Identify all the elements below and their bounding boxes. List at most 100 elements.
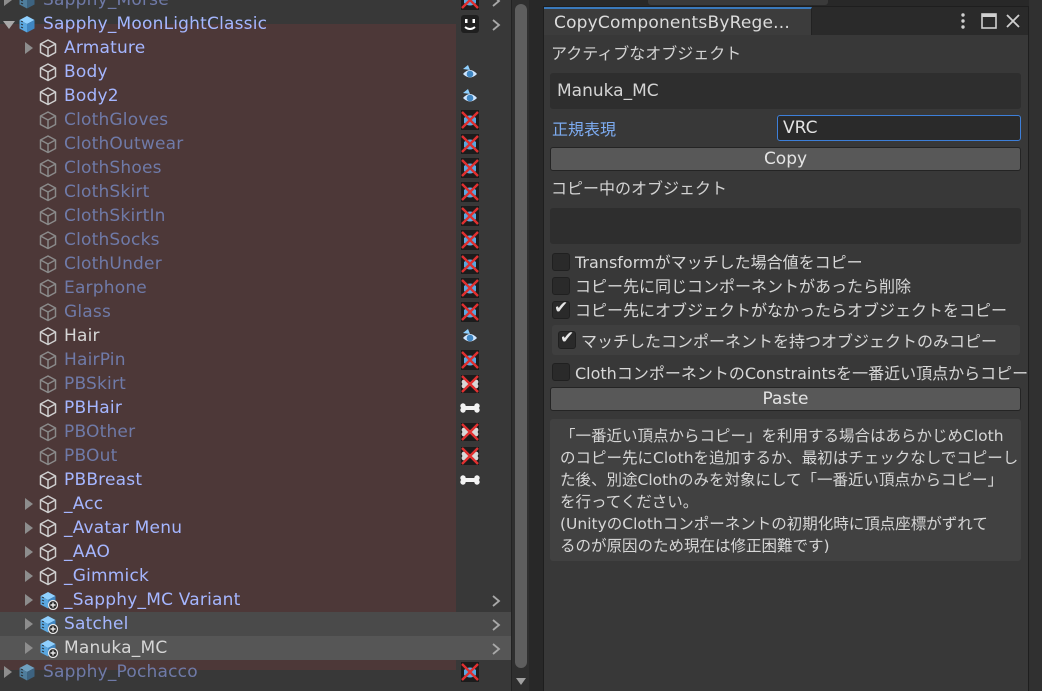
hierarchy-row[interactable]: ClothShoes [0,156,512,180]
hierarchy-row[interactable]: PBBreast [0,468,512,492]
hidden-icon[interactable] [458,181,482,203]
hierarchy-row[interactable]: Hair [0,324,512,348]
tab-copy-components[interactable]: CopyComponentsByRege... [544,7,812,35]
hierarchy-row[interactable]: PBOut [0,444,512,468]
bone-icon[interactable] [458,397,482,419]
hidden-icon[interactable] [458,133,482,155]
hierarchy-row-label: Armature [64,38,146,58]
collapsed-arrow-icon[interactable] [25,594,33,606]
hidden-icon[interactable] [458,109,482,131]
delete-duplicate-checkbox[interactable] [552,277,570,295]
hidden-icon[interactable] [458,0,482,11]
hierarchy-row[interactable]: Sapphy_Morse [0,0,512,12]
hierarchy-row[interactable]: Body [0,60,512,84]
chevron-right-icon[interactable] [491,641,501,655]
background-tab-textures[interactable] [648,0,828,5]
chevron-right-icon[interactable] [491,17,501,31]
scrollbar-thumb[interactable] [515,4,527,668]
hidden-icon[interactable] [458,301,482,323]
collapsed-arrow-icon[interactable] [25,42,33,54]
hierarchy-row[interactable]: ClothSocks [0,228,512,252]
hidden-icon[interactable] [458,205,482,227]
eye-icon[interactable] [458,85,482,107]
copy-missing-objects-checkbox[interactable]: ✔ [552,298,570,319]
collapsed-arrow-icon[interactable] [4,666,12,678]
hidden-icon[interactable] [458,277,482,299]
expanded-arrow-icon[interactable] [3,21,15,29]
prefab-cube-icon [17,0,37,10]
hierarchy-row[interactable]: ClothUnder [0,252,512,276]
hierarchy-row[interactable]: Earphone [0,276,512,300]
cube-icon [38,494,58,514]
hidden-icon[interactable] [458,229,482,251]
cloth-constraints-checkbox[interactable] [552,363,570,381]
cube-icon [38,134,58,154]
prefab-cube-icon [17,14,37,34]
collapsed-arrow-icon[interactable] [25,522,33,534]
close-icon[interactable] [1003,11,1023,31]
hierarchy-row[interactable]: Manuka_MC [0,636,512,660]
hierarchy-row[interactable]: _Gimmick [0,564,512,588]
collapsed-arrow-icon[interactable] [4,0,12,6]
bone-hidden-icon[interactable] [458,421,482,443]
hierarchy-row[interactable]: Body2 [0,84,512,108]
chevron-right-icon[interactable] [491,593,501,607]
hidden-icon[interactable] [458,157,482,179]
hierarchy-row[interactable]: Glass [0,300,512,324]
hierarchy-row[interactable]: _Avatar Menu [0,516,512,540]
maximize-icon[interactable] [979,11,999,31]
hierarchy-row-label: Manuka_MC [64,638,168,658]
hierarchy-row[interactable]: PBSkirt [0,372,512,396]
cube-icon [38,62,58,82]
prefab-plus-icon [38,614,59,635]
hidden-icon[interactable] [458,253,482,275]
help-line: るのが原因のため現在は修正困難です) [560,537,830,555]
hierarchy-row[interactable]: Satchel [0,612,512,636]
hierarchy-row-label: Sapphy_Morse [43,0,169,10]
hierarchy-row[interactable]: _Acc [0,492,512,516]
collapsed-arrow-icon[interactable] [25,570,33,582]
cube-icon [38,398,58,418]
hidden-icon[interactable] [458,661,482,683]
regex-input[interactable] [777,115,1021,141]
cube-icon [38,110,58,130]
hierarchy-scrollbar[interactable] [511,0,529,691]
hierarchy-row[interactable]: _Sapphy_MC Variant [0,588,512,612]
kebab-menu-icon[interactable] [953,11,973,31]
copying-object-field [550,208,1021,244]
scroll-down-arrow[interactable] [516,678,526,685]
face-icon[interactable] [458,13,482,35]
collapsed-arrow-icon[interactable] [25,498,33,510]
hierarchy-row[interactable]: HairPin [0,348,512,372]
hierarchy-row[interactable]: PBHair [0,396,512,420]
hierarchy-row[interactable]: ClothGloves [0,108,512,132]
hierarchy-row[interactable]: ClothSkirt [0,180,512,204]
checkmark-icon: ✔ [560,328,575,348]
chevron-right-icon[interactable] [491,617,501,631]
hierarchy-row[interactable]: ClothOutwear [0,132,512,156]
bone-icon[interactable] [458,469,482,491]
hierarchy-row[interactable]: ClothSkirtIn [0,204,512,228]
hierarchy-row[interactable]: Armature [0,36,512,60]
cube-icon [38,230,58,250]
hierarchy-row[interactable]: PBOther [0,420,512,444]
hidden-icon[interactable] [458,349,482,371]
active-object-label: アクティブなオブジェクト [551,44,742,63]
eye-icon[interactable] [458,325,482,347]
hierarchy-row[interactable]: Sapphy_Pochacco [0,660,512,684]
transform-copy-checkbox[interactable] [552,253,570,271]
collapsed-arrow-icon[interactable] [25,642,33,654]
matched-only-checkbox[interactable]: ✔ [558,328,576,349]
bone-hidden-icon[interactable] [458,445,482,467]
copy-button[interactable]: Copy [550,147,1021,171]
eye-icon[interactable] [458,61,482,83]
hierarchy-row[interactable]: _AAO [0,540,512,564]
collapsed-arrow-icon[interactable] [25,546,33,558]
paste-button[interactable]: Paste [550,387,1021,411]
chevron-right-icon[interactable] [491,0,501,7]
hierarchy-row-label: Hair [64,326,100,346]
cube-icon [38,518,58,538]
collapsed-arrow-icon[interactable] [25,618,33,630]
hierarchy-row[interactable]: Sapphy_MoonLightClassic [0,12,512,36]
bone-hidden-icon[interactable] [458,373,482,395]
